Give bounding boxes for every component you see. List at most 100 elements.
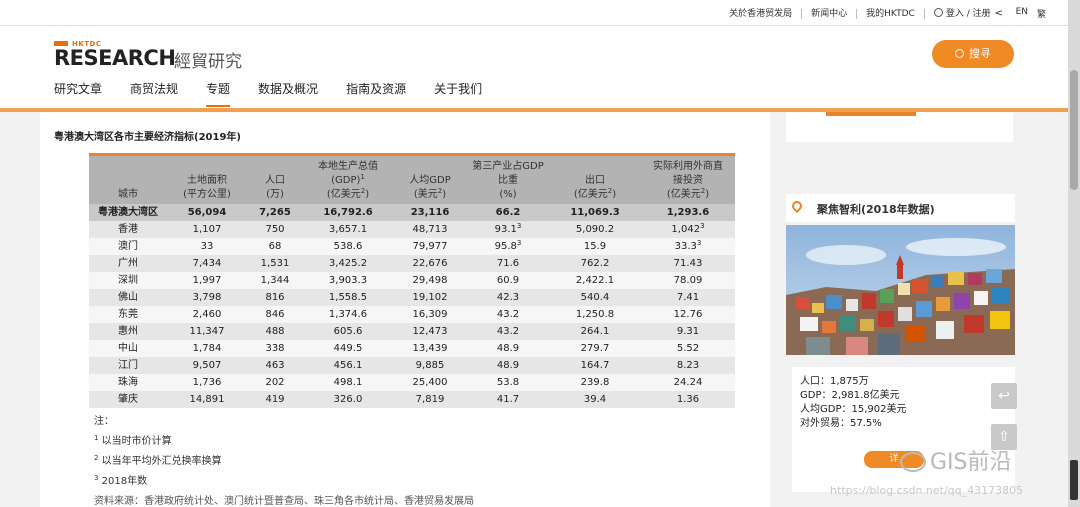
table-cell-city: 惠州 (89, 323, 167, 340)
col-header-tertiary-share: 第三产业占GDP 比重 (%) (467, 153, 549, 204)
table-cell: 5.52 (641, 340, 735, 357)
col-header-city: 城市 (89, 153, 167, 204)
sidebar-top-bar (826, 112, 916, 116)
chile-city-photo[interactable] (786, 225, 1015, 355)
col-header-gdp: 本地生产总值 (GDP)1 (亿美元2) (303, 153, 393, 204)
table-cell: 1,374.6 (303, 306, 393, 323)
table-row: 肇庆 14,891 419 326.0 7,819 41.7 39.4 1.36 (89, 391, 735, 408)
info-gdp: GDP：2,981.8亿美元 (800, 390, 900, 401)
logo-research[interactable]: RESEARCH (54, 46, 176, 70)
note-3: 3 2018年数 (94, 474, 148, 487)
table-cell: 1,0423 (641, 221, 735, 238)
scrollbar-thumb[interactable] (1070, 70, 1078, 190)
search-icon (955, 49, 964, 58)
table-cell: 3,425.2 (303, 255, 393, 272)
logo-chinese: 經貿研究 (174, 52, 242, 72)
table-cell: 1,293.6 (641, 204, 735, 221)
lang-en-link[interactable]: EN (1016, 7, 1028, 17)
table-cell: 71.43 (641, 255, 735, 272)
top-link-news[interactable]: 新闻中心 (802, 8, 858, 19)
top-link-about[interactable]: 关於香港贸发局 (720, 8, 803, 19)
table-cell: 846 (247, 306, 303, 323)
table-cell-city: 香港 (89, 221, 167, 238)
table-row: 东莞 2,460 846 1,374.6 16,309 43.2 1,250.8 12.76 (89, 306, 735, 323)
table-cell: 25,400 (393, 374, 467, 391)
note-2: 2 以当年平均外汇兑换率换算 (94, 454, 222, 467)
table-cell: 15.9 (549, 238, 641, 255)
table-cell: 3,903.3 (303, 272, 393, 289)
table-cell-city: 珠海 (89, 374, 167, 391)
table-cell: 419 (247, 391, 303, 408)
nav-trade-regulations[interactable]: 商贸法规 (130, 80, 178, 107)
top-link-login[interactable]: 登入 / 注册 < (925, 8, 1012, 19)
nav-guides-resources[interactable]: 指南及资源 (346, 80, 406, 107)
search-button[interactable]: 搜寻 (932, 40, 1014, 68)
table-cell: 79,977 (393, 238, 467, 255)
top-links: 关於香港贸发局 新闻中心 我的HKTDC 登入 / 注册 < (720, 8, 1012, 19)
table-cell: 48.9 (467, 357, 549, 374)
table-row: 深圳 1,997 1,344 3,903.3 29,498 60.9 2,422.1 78.0… (89, 272, 735, 289)
table-cell: 95.83 (467, 238, 549, 255)
table-cell: 2,422.1 (549, 272, 641, 289)
table-cell: 9,885 (393, 357, 467, 374)
watermark-brand: GIS前沿 (930, 450, 1012, 475)
table-cell: 538.6 (303, 238, 393, 255)
nav-topics[interactable]: 专题 (206, 80, 231, 107)
table-cell-city: 佛山 (89, 289, 167, 306)
table-cell: 41.7 (467, 391, 549, 408)
table-cell: 264.1 (549, 323, 641, 340)
top-link-my-hktdc[interactable]: 我的HKTDC (857, 8, 925, 19)
table-cell: 1,107 (167, 221, 247, 238)
table-cell: 12.76 (641, 306, 735, 323)
col-header-gdp-per-capita: 人均GDP (美元2) (393, 153, 467, 204)
note-1: 1 以当时市价计算 (94, 434, 172, 447)
table-cell: 326.0 (303, 391, 393, 408)
table-cell: 11,069.3 (549, 204, 641, 221)
table-cell: 239.8 (549, 374, 641, 391)
economic-indicators-table: 城市 土地面积 (平方公里) 人口 (万) 本地生产总值 (GDP)1 (亿美元2) 人… (89, 153, 735, 408)
scrollbar-bottom-block (1070, 460, 1078, 500)
city-photo-svg (786, 225, 1015, 355)
table-cell: 56,094 (167, 204, 247, 221)
table-cell: 1,997 (167, 272, 247, 289)
table-cell: 7,819 (393, 391, 467, 408)
nav-research-articles[interactable]: 研究文章 (54, 80, 102, 107)
table-row: 澳门 33 68 538.6 79,977 95.83 15.9 33.33 (89, 238, 735, 255)
share-icon[interactable]: < (995, 9, 1003, 19)
notes-title: 注： (94, 416, 114, 427)
info-population: 人口：1,875万 (800, 376, 869, 387)
table-cell: 16,792.6 (303, 204, 393, 221)
table-cell: 11,347 (167, 323, 247, 340)
table-cell: 68 (247, 238, 303, 255)
table-cell: 1,558.5 (303, 289, 393, 306)
wechat-watermark: GIS前沿 (900, 444, 1012, 476)
table-row: 广州 7,434 1,531 3,425.2 22,676 71.6 762.2 71.43 (89, 255, 735, 272)
table-cell: 762.2 (549, 255, 641, 272)
table-cell-city: 江门 (89, 357, 167, 374)
table-cell: 202 (247, 374, 303, 391)
table-cell-city: 中山 (89, 340, 167, 357)
page-scrollbar[interactable] (1068, 0, 1080, 507)
table-header: 城市 土地面积 (平方公里) 人口 (万) 本地生产总值 (GDP)1 (亿美元2) 人… (89, 153, 735, 204)
table-cell: 60.9 (467, 272, 549, 289)
table-cell: 463 (247, 357, 303, 374)
table-cell-city: 粤港澳大湾区 (89, 204, 167, 221)
lang-traditional-link[interactable]: 繁 (1037, 7, 1046, 20)
nav-data-profiles[interactable]: 数据及概况 (258, 80, 318, 107)
table-cell: 1,784 (167, 340, 247, 357)
table-cell: 279.7 (549, 340, 641, 357)
sidebar-title[interactable]: 聚焦智利(2018年数据) (817, 201, 935, 217)
table-cell: 449.5 (303, 340, 393, 357)
table-cell: 24.24 (641, 374, 735, 391)
back-icon[interactable]: ↩ (991, 383, 1017, 409)
url-watermark: https://blog.csdn.net/qq_43173805 (830, 484, 1024, 497)
table-cell: 7,265 (247, 204, 303, 221)
table-cell-city: 东莞 (89, 306, 167, 323)
col-header-exports: 出口 (亿美元2) (549, 153, 641, 204)
table-cell-city: 广州 (89, 255, 167, 272)
table-cell: 8.23 (641, 357, 735, 374)
table-cell: 7,434 (167, 255, 247, 272)
nav-about-us[interactable]: 关于我们 (434, 80, 482, 107)
table-cell: 23,116 (393, 204, 467, 221)
table-cell: 29,498 (393, 272, 467, 289)
